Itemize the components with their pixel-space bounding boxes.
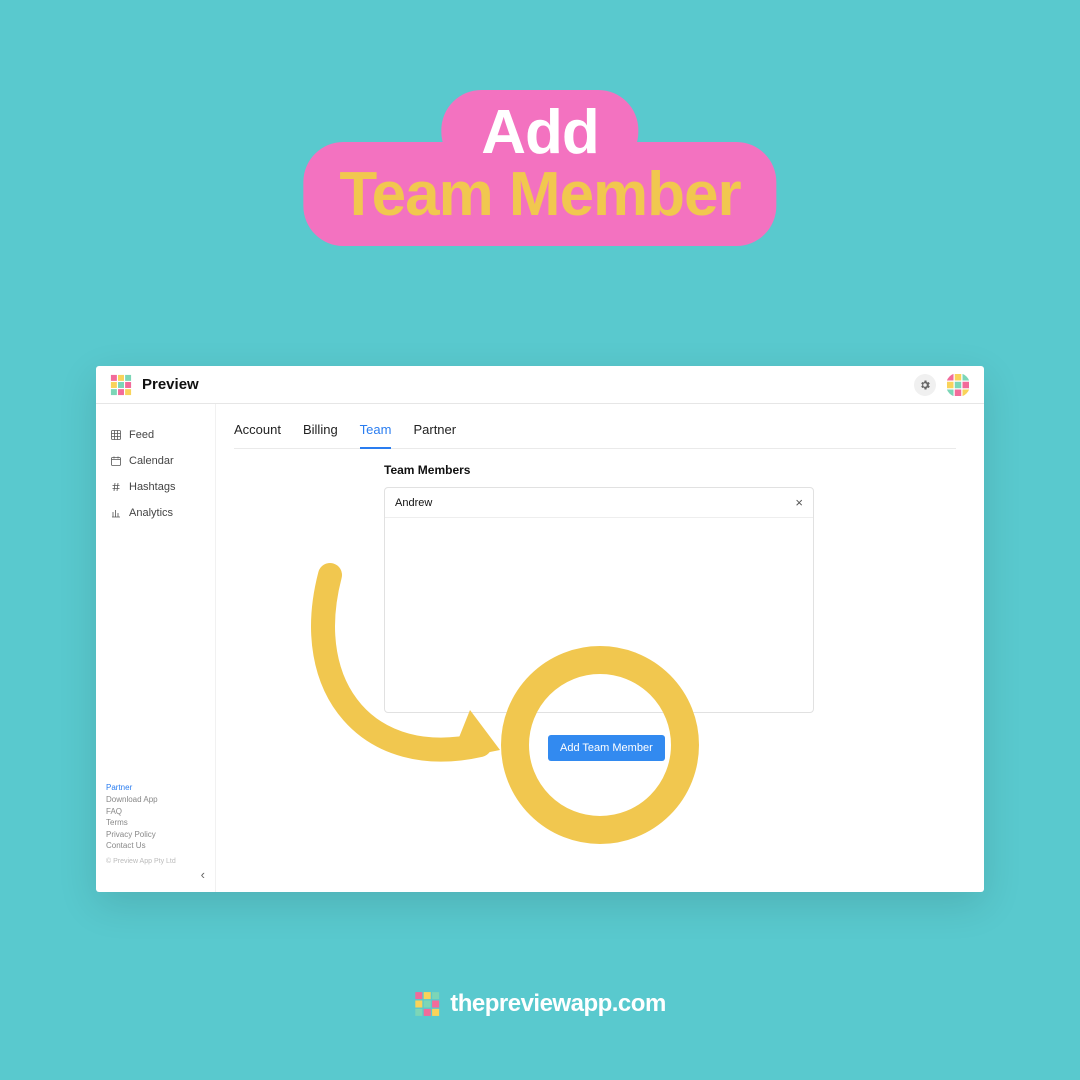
tab-account[interactable]: Account <box>234 422 281 448</box>
chevron-left-icon: ‹ <box>201 867 205 882</box>
tab-partner[interactable]: Partner <box>413 422 456 448</box>
banner-pill-top: Add <box>441 90 639 172</box>
sidebar-item-calendar[interactable]: Calendar <box>96 448 215 474</box>
calendar-icon <box>110 455 122 467</box>
app-title: Preview <box>142 376 199 393</box>
app-logo-icon <box>110 374 132 396</box>
settings-button[interactable] <box>914 374 936 396</box>
hash-icon <box>110 481 122 493</box>
footer-link-contact[interactable]: Contact Us <box>106 840 205 852</box>
sidebar-item-analytics[interactable]: Analytics <box>96 500 215 526</box>
brand-watermark: thepreviewapp.com <box>414 990 666 1018</box>
sidebar: Feed Calendar Hashtags Analytics Partner… <box>96 404 216 892</box>
footer-link-faq[interactable]: FAQ <box>106 806 205 818</box>
sidebar-footer: Partner Download App FAQ Terms Privacy P… <box>96 782 215 852</box>
sidebar-collapse[interactable]: ‹ <box>96 865 215 882</box>
tab-billing[interactable]: Billing <box>303 422 338 448</box>
panel-title: Team Members <box>384 463 956 477</box>
footer-link-privacy[interactable]: Privacy Policy <box>106 829 205 841</box>
sidebar-item-feed[interactable]: Feed <box>96 422 215 448</box>
brand-logo-icon <box>414 991 440 1017</box>
footer-link-terms[interactable]: Terms <box>106 817 205 829</box>
team-members-list: Andrew × <box>384 487 814 713</box>
gear-icon <box>919 379 931 391</box>
close-icon: × <box>795 495 803 510</box>
sidebar-item-label: Hashtags <box>129 481 175 493</box>
topbar: Preview <box>96 366 984 404</box>
sidebar-item-label: Calendar <box>129 455 174 467</box>
copyright: © Preview App Pty Ltd <box>96 852 215 865</box>
banner-line2: Team Member <box>339 164 740 226</box>
main-content: Account Billing Team Partner Team Member… <box>216 404 984 892</box>
sidebar-item-label: Feed <box>129 429 154 441</box>
brand-domain-text: thepreviewapp.com <box>450 990 666 1018</box>
footer-link-download[interactable]: Download App <box>106 794 205 806</box>
app-window: Preview Feed <box>96 366 984 892</box>
member-name: Andrew <box>395 497 432 509</box>
team-panel: Team Members Andrew × Add Team Member <box>234 449 956 761</box>
sidebar-item-hashtags[interactable]: Hashtags <box>96 474 215 500</box>
settings-tabs: Account Billing Team Partner <box>234 422 956 449</box>
footer-link-partner[interactable]: Partner <box>106 782 205 794</box>
grid-icon <box>110 429 122 441</box>
remove-member-button[interactable]: × <box>795 496 803 509</box>
tab-team[interactable]: Team <box>360 422 392 449</box>
banner-line1: Add <box>481 102 599 164</box>
sidebar-item-label: Analytics <box>129 507 173 519</box>
chart-icon <box>110 507 122 519</box>
team-member-row: Andrew × <box>385 488 813 518</box>
add-team-member-button[interactable]: Add Team Member <box>548 735 665 761</box>
avatar-icon <box>946 373 970 397</box>
promo-banner: Add Team Member <box>303 90 776 246</box>
avatar[interactable] <box>946 373 970 397</box>
